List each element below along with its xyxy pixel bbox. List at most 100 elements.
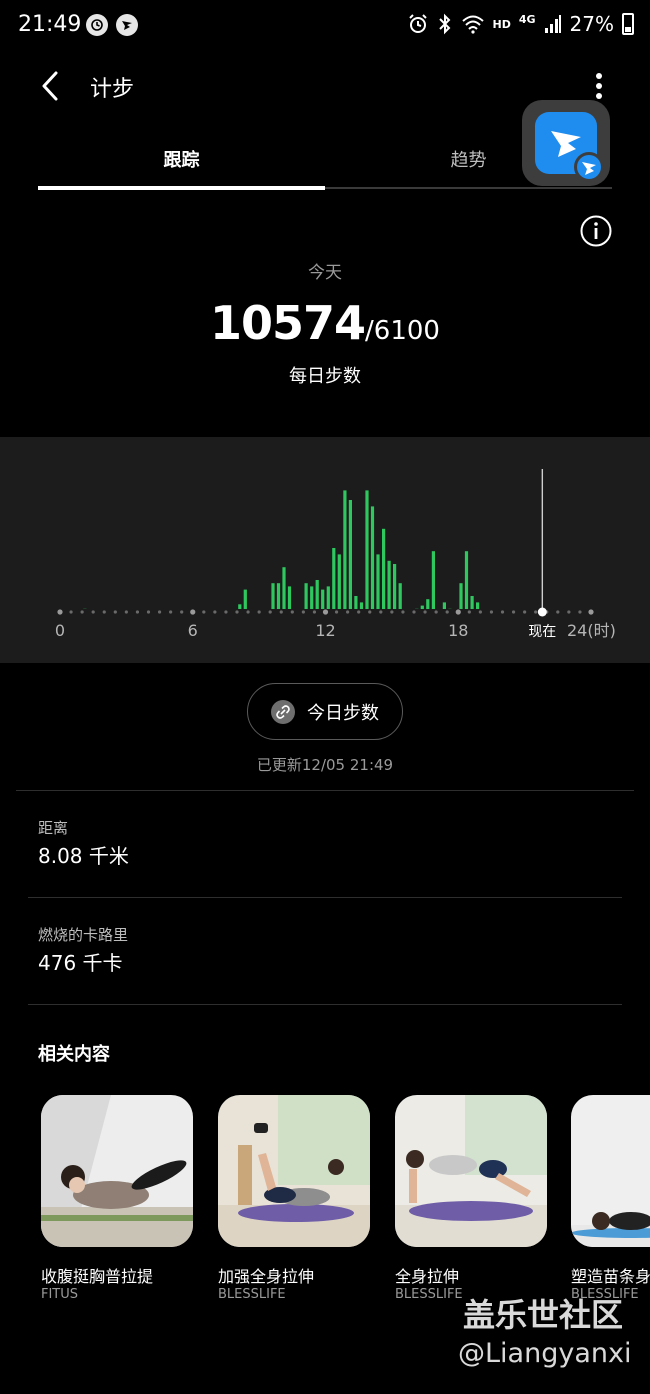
- baseline-dot: [455, 609, 461, 615]
- baseline-dot: [588, 609, 594, 615]
- baseline-dot: [301, 610, 305, 614]
- chart-bar: [282, 567, 286, 609]
- active-tab-indicator: [38, 186, 325, 190]
- chart-bar: [332, 548, 336, 609]
- back-arrow-icon[interactable]: [34, 68, 70, 104]
- baseline-dot: [224, 610, 228, 614]
- workout-thumbnail: [571, 1095, 650, 1247]
- baseline-dot: [401, 610, 405, 614]
- baseline-dot: [379, 610, 383, 614]
- last-updated: 已更新12/05 21:49: [256, 756, 394, 774]
- status-indicators: HD 4G 27%: [407, 12, 634, 36]
- related-card[interactable]: 收腹挺胸普拉提 FITUS: [41, 1095, 197, 1302]
- chart-bar: [442, 602, 446, 609]
- baseline-dot: [124, 610, 128, 614]
- baseline-dot: [390, 610, 394, 614]
- chart-bar: [321, 589, 325, 609]
- chart-bar: [426, 599, 430, 609]
- dingtalk-notification-icon: [116, 14, 138, 36]
- baseline-dot: [357, 610, 361, 614]
- baseline-dot: [135, 610, 140, 614]
- baseline-dot: [169, 610, 173, 614]
- chart-bar: [420, 605, 424, 609]
- baseline-dot: [246, 610, 250, 614]
- card-source: BLESSLIFE: [395, 1287, 463, 1302]
- daily-steps-caption: 每日步数: [289, 366, 361, 387]
- chart-bar: [271, 583, 275, 609]
- card-source: FITUS: [41, 1287, 79, 1302]
- notification-icons: [86, 14, 138, 36]
- chart-bar: [243, 589, 247, 609]
- related-card[interactable]: 加强全身拉伸 BLESSLIFE: [218, 1095, 374, 1302]
- watermark-community: 盖乐世社区: [463, 1296, 624, 1334]
- x-tick-label: 现在: [528, 624, 556, 640]
- now-marker-dot: [537, 607, 547, 617]
- related-card[interactable]: 全身拉伸 BLESSLIFE: [395, 1095, 551, 1302]
- baseline-dot: [368, 610, 372, 614]
- baseline-dot: [257, 610, 261, 614]
- x-tick-label: 0: [55, 621, 65, 640]
- baseline-dot: [467, 610, 471, 614]
- watermark-author: @Liangyanxi: [458, 1338, 632, 1369]
- baseline-dot: [578, 610, 582, 614]
- baseline-dot: [434, 610, 438, 614]
- calories-value: 476 千卡: [38, 951, 123, 975]
- chart-bar: [310, 586, 314, 609]
- divider: [16, 790, 634, 791]
- baseline-dot: [146, 610, 151, 614]
- related-content-title: 相关内容: [38, 1044, 110, 1065]
- chart-bar: [348, 500, 352, 609]
- workout-thumbnail: [218, 1095, 370, 1247]
- hd-label: HD: [492, 17, 511, 31]
- baseline-dot: [489, 610, 494, 614]
- baseline-dot: [91, 610, 95, 614]
- distance-label: 距离: [38, 819, 69, 837]
- network-type-label: 4G: [518, 12, 536, 26]
- baseline-dot: [567, 610, 571, 614]
- more-options-icon[interactable]: [588, 70, 610, 102]
- baseline-dot: [534, 610, 538, 614]
- card-source: BLESSLIFE: [218, 1287, 286, 1302]
- chart-bar: [287, 586, 292, 609]
- floating-app-bubble[interactable]: [522, 100, 610, 186]
- today-steps-share-button[interactable]: 今日步数: [247, 683, 403, 740]
- baseline-dot: [213, 610, 217, 614]
- signal-icon: [544, 15, 561, 33]
- chart-bar: [459, 583, 463, 609]
- related-card[interactable]: 塑造苗条身 BLESSLIFE: [571, 1095, 650, 1302]
- chart-bar: [238, 604, 242, 609]
- steps-summary: 10574/6100: [0, 296, 650, 350]
- x-tick-label: 18: [448, 621, 468, 640]
- chart-bar: [470, 596, 474, 609]
- baseline-dot: [268, 610, 272, 614]
- baseline-dot: [412, 610, 416, 614]
- chart-bar: [276, 583, 281, 609]
- chart-bar: [370, 506, 375, 609]
- divider: [28, 1004, 622, 1005]
- baseline-dot: [202, 610, 206, 614]
- link-icon: [271, 699, 295, 724]
- baseline-dot: [57, 609, 63, 615]
- baseline-dot: [80, 610, 84, 614]
- chart-bar: [359, 602, 364, 609]
- baseline-dot: [445, 610, 449, 614]
- baseline-dot: [423, 610, 427, 614]
- baseline-dot: [511, 610, 516, 614]
- tab-tracking[interactable]: 跟踪: [38, 135, 325, 189]
- info-icon[interactable]: [579, 214, 613, 248]
- calories-label: 燃烧的卡路里: [38, 926, 129, 944]
- chart-bar: [304, 583, 308, 609]
- chart-bar: [354, 596, 358, 609]
- baseline-dot: [478, 610, 482, 614]
- alarm-icon: [408, 14, 427, 33]
- card-title: 加强全身拉伸: [218, 1267, 315, 1286]
- chart-bar: [382, 528, 386, 609]
- chart-bar: [431, 551, 435, 609]
- chart-bar: [376, 554, 380, 609]
- today-label: 今天: [308, 263, 342, 283]
- baseline-dot: [523, 610, 527, 614]
- dingtalk-badge-icon: [574, 152, 604, 182]
- baseline-dot: [312, 610, 317, 614]
- steps-count: 10574: [210, 296, 366, 350]
- chart-bar: [337, 554, 341, 609]
